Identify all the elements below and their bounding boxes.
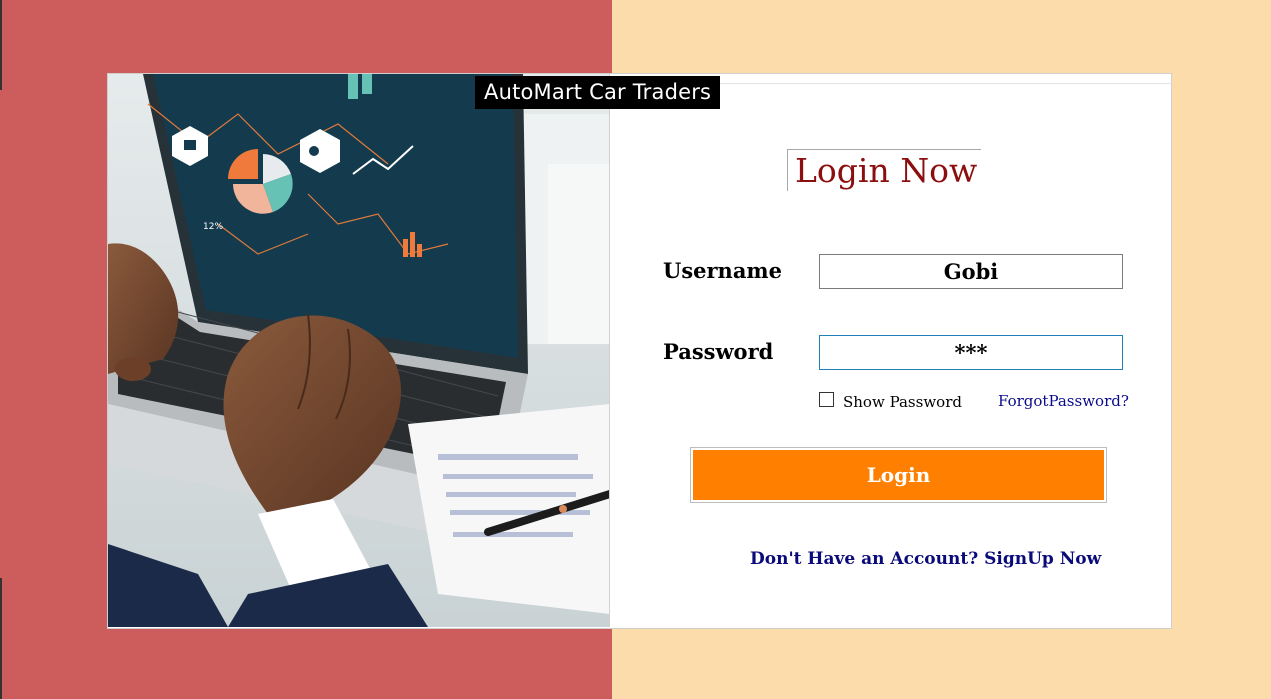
login-button[interactable]: Login bbox=[690, 447, 1107, 503]
login-button-label: Login bbox=[693, 450, 1104, 500]
signup-link[interactable]: Don't Have an Account? SignUp Now bbox=[750, 549, 1101, 569]
username-input[interactable] bbox=[819, 254, 1123, 289]
show-password-checkbox[interactable] bbox=[819, 392, 834, 407]
password-input[interactable] bbox=[819, 335, 1123, 370]
screen-label: 12% bbox=[203, 222, 223, 232]
password-label: Password bbox=[663, 339, 774, 364]
show-password-label[interactable]: Show Password bbox=[843, 393, 962, 411]
brand-title: AutoMart Car Traders bbox=[475, 76, 721, 109]
window-edge-mark bbox=[0, 578, 2, 699]
forgot-password-link[interactable]: ForgotPassword? bbox=[998, 392, 1129, 410]
username-label: Username bbox=[663, 258, 783, 283]
laptop-analytics-photo: 12% bbox=[108, 74, 610, 627]
window-edge-mark bbox=[0, 0, 2, 90]
page-title: Login Now bbox=[795, 151, 978, 190]
